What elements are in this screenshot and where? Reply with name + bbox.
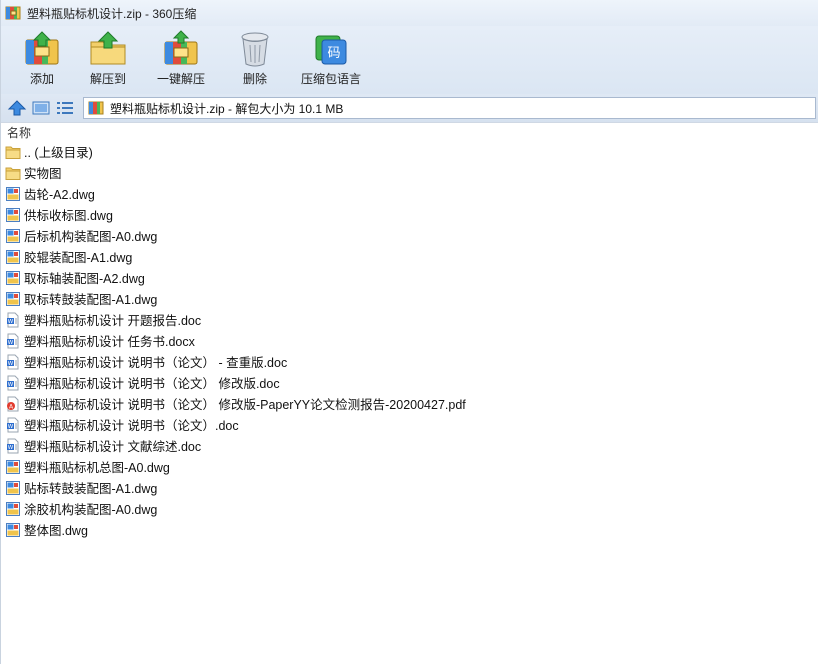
up-arrow-icon[interactable] (7, 99, 27, 117)
path-field[interactable]: 塑料瓶贴标机设计.zip - 解包大小为 10.1 MB (83, 97, 816, 119)
file-name: 塑料瓶贴标机设计 说明书（论文）.doc (24, 419, 239, 433)
file-row[interactable]: 涂胶机构装配图-A0.dwg (5, 498, 818, 519)
app-window: 塑料瓶贴标机设计.zip - 360压缩 添加 解压到 一键解压 删除 码 压缩… (0, 0, 818, 664)
file-name: 齿轮-A2.dwg (24, 188, 95, 202)
dwg-file-icon (6, 522, 20, 537)
add-archive-icon (25, 31, 59, 65)
word-document-icon: W (7, 417, 19, 432)
file-row[interactable]: 整体图.dwg (5, 519, 818, 540)
archive-language-button[interactable]: 码 压缩包语言 (291, 30, 371, 87)
file-row[interactable]: 齿轮-A2.dwg (5, 183, 818, 204)
delete-button[interactable]: 删除 (225, 30, 285, 87)
file-name: 取标轴装配图-A2.dwg (24, 272, 145, 286)
file-name: 塑料瓶贴标机总图-A0.dwg (24, 461, 170, 475)
dwg-file-icon (6, 228, 20, 243)
svg-text:W: W (8, 340, 14, 346)
file-name: 胶辊装配图-A1.dwg (24, 251, 133, 265)
svg-text:W: W (8, 424, 14, 430)
svg-text:W: W (8, 382, 14, 388)
one-click-extract-label: 一键解压 (156, 72, 205, 86)
word-document-icon: W (7, 354, 19, 369)
dwg-file-icon (6, 291, 20, 306)
add-label: 添加 (29, 72, 54, 86)
toolbar: 添加 解压到 一键解压 删除 码 压缩包语言 (1, 26, 818, 94)
file-row[interactable]: W 塑料瓶贴标机设计 文献综述.doc (5, 435, 818, 456)
zip-archive-icon (88, 101, 104, 115)
file-name: 塑料瓶贴标机设计 任务书.docx (24, 335, 195, 349)
pdf-file-icon: A (7, 396, 19, 411)
file-name: 后标机构装配图-A0.dwg (24, 230, 158, 244)
svg-text:W: W (8, 319, 14, 325)
svg-text:W: W (8, 361, 14, 367)
add-button[interactable]: 添加 (15, 30, 69, 87)
file-list: .. (上级目录) 实物图齿轮-A2.dwg 供标收标图.dwg 后标机构装配图-A0… (1, 141, 818, 540)
thumbnail-view-icon[interactable] (31, 99, 51, 117)
list-view-icon[interactable] (55, 99, 75, 117)
file-name: .. (上级目录) (24, 146, 93, 160)
language-code-icon: 码 (315, 35, 347, 65)
one-click-extract-button[interactable]: 一键解压 (149, 30, 213, 87)
svg-text:W: W (8, 445, 14, 451)
file-row[interactable]: W 塑料瓶贴标机设计 任务书.docx (5, 330, 818, 351)
file-row[interactable]: 供标收标图.dwg (5, 204, 818, 225)
folder-row[interactable]: 实物图 (5, 162, 818, 183)
extract-to-icon (90, 31, 126, 65)
extract-to-button[interactable]: 解压到 (77, 30, 139, 87)
file-row[interactable]: W 塑料瓶贴标机设计 说明书（论文）.doc (5, 414, 818, 435)
column-header-name[interactable]: 名称 (1, 122, 818, 141)
file-name: 供标收标图.dwg (24, 209, 113, 223)
dwg-file-icon (6, 459, 20, 474)
file-row[interactable]: 胶辊装配图-A1.dwg (5, 246, 818, 267)
dwg-file-icon (6, 207, 20, 222)
extract-to-label: 解压到 (89, 72, 126, 86)
dwg-file-icon (6, 270, 20, 285)
file-name: 实物图 (24, 167, 62, 181)
word-document-icon: W (7, 438, 19, 453)
file-row[interactable]: W 塑料瓶贴标机设计 开题报告.doc (5, 309, 818, 330)
file-name: 贴标转鼓装配图-A1.dwg (24, 482, 158, 496)
file-row[interactable]: 后标机构装配图-A0.dwg (5, 225, 818, 246)
address-bar: 塑料瓶贴标机设计.zip - 解包大小为 10.1 MB (1, 94, 818, 122)
column-header-label: 名称 (7, 125, 32, 140)
language-badge: 码 (327, 46, 340, 61)
zip-archive-icon (5, 6, 21, 20)
file-row[interactable]: A 塑料瓶贴标机设计 说明书（论文） 修改版-PaperYY论文检测报告-2020… (5, 393, 818, 414)
title-bar: 塑料瓶贴标机设计.zip - 360压缩 (1, 0, 818, 26)
file-row[interactable]: 塑料瓶贴标机总图-A0.dwg (5, 456, 818, 477)
dwg-file-icon (6, 480, 20, 495)
path-text: 塑料瓶贴标机设计.zip - 解包大小为 10.1 MB (110, 101, 344, 116)
word-document-icon: W (7, 312, 19, 327)
file-name: 整体图.dwg (24, 524, 88, 538)
trash-can-icon (241, 32, 269, 67)
dwg-file-icon (6, 501, 20, 516)
folder-icon (5, 167, 21, 180)
file-name: 塑料瓶贴标机设计 说明书（论文） 修改版.doc (24, 377, 280, 391)
file-row[interactable]: W 塑料瓶贴标机设计 说明书（论文） 修改版.doc (5, 372, 818, 393)
word-document-icon: W (7, 333, 19, 348)
delete-label: 删除 (242, 72, 267, 86)
folder-icon (5, 146, 21, 159)
folder-row[interactable]: .. (上级目录) (5, 141, 818, 162)
file-name: 塑料瓶贴标机设计 说明书（论文） 修改版-PaperYY论文检测报告-20200… (24, 398, 466, 412)
file-name: 取标转鼓装配图-A1.dwg (24, 293, 158, 307)
file-name: 涂胶机构装配图-A0.dwg (24, 503, 158, 517)
file-row[interactable]: 取标轴装配图-A2.dwg (5, 267, 818, 288)
one-click-extract-icon (164, 30, 198, 65)
word-document-icon: W (7, 375, 19, 390)
dwg-file-icon (6, 249, 20, 264)
file-row[interactable]: 取标转鼓装配图-A1.dwg (5, 288, 818, 309)
archive-language-label: 压缩包语言 (300, 72, 361, 86)
file-row[interactable]: 贴标转鼓装配图-A1.dwg (5, 477, 818, 498)
file-name: 塑料瓶贴标机设计 说明书（论文） - 查重版.doc (24, 356, 288, 370)
file-name: 塑料瓶贴标机设计 文献综述.doc (24, 440, 202, 454)
dwg-file-icon (6, 186, 20, 201)
window-title: 塑料瓶贴标机设计.zip - 360压缩 (27, 6, 197, 21)
file-row[interactable]: W 塑料瓶贴标机设计 说明书（论文） - 查重版.doc (5, 351, 818, 372)
file-name: 塑料瓶贴标机设计 开题报告.doc (24, 314, 202, 328)
